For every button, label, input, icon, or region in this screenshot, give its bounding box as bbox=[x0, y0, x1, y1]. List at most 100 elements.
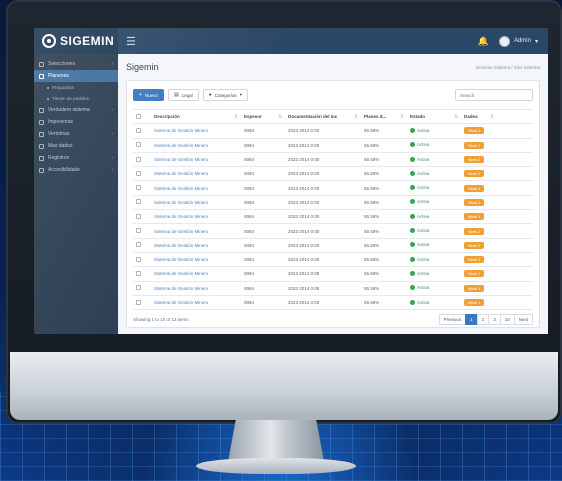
brand-logo-icon bbox=[42, 34, 56, 48]
table-row[interactable]: Sistema de Gestión Minero 0084 2023 2014 0… bbox=[133, 295, 533, 311]
table-row[interactable]: Sistema de Gestión Minero 0084 2023 2014 0… bbox=[133, 138, 533, 153]
table-row[interactable]: Sistema de Gestión Minero 0084 2023 2014 0… bbox=[133, 123, 533, 139]
table-row[interactable]: Sistema de Gestión Minero 0084 2023 2014 0… bbox=[133, 166, 533, 182]
new-button[interactable]: + Nuevo bbox=[133, 89, 164, 101]
date-cell: 2023 2014 0:00 bbox=[285, 252, 361, 268]
row-checkbox[interactable] bbox=[136, 213, 141, 219]
column-header[interactable]: Espesor ⇅ bbox=[241, 108, 285, 125]
row-select-cell bbox=[133, 266, 151, 282]
sort-icon[interactable]: ⇅ bbox=[454, 114, 458, 120]
sort-icon[interactable]: ⇅ bbox=[354, 114, 358, 120]
breadcrumb[interactable]: Dominio Sistema / Sitio Sistema bbox=[476, 65, 540, 70]
value-cell: 55.58% bbox=[361, 152, 407, 168]
description-cell[interactable]: Sistema de Gestión Minero bbox=[151, 238, 241, 253]
sort-icon[interactable]: ⇅ bbox=[400, 114, 404, 120]
check-circle-icon bbox=[410, 242, 415, 248]
table-row[interactable]: Sistema de Gestión Minero 0084 2023 2014 0… bbox=[133, 238, 533, 253]
table-row[interactable]: Sistema de Gestión Minero 0084 2023 2014 0… bbox=[133, 152, 533, 168]
pagination-button[interactable]: Previous bbox=[438, 314, 467, 326]
status-cell: Activa bbox=[407, 223, 461, 239]
row-checkbox[interactable] bbox=[136, 156, 141, 162]
sidebar-item[interactable]: Mas dados bbox=[34, 140, 118, 152]
column-header[interactable]: Dados ⇅ bbox=[461, 108, 497, 125]
badge-cell: Nivel 1 bbox=[461, 123, 497, 139]
sidebar-item[interactable]: Impresoras bbox=[34, 116, 118, 128]
description-cell[interactable]: Sistema de Gestión Minero bbox=[151, 281, 241, 296]
row-checkbox[interactable] bbox=[136, 127, 141, 133]
value-cell: 55.58% bbox=[361, 138, 407, 153]
table-row[interactable]: Sistema de Gestión Minero 0084 2023 2014 0… bbox=[133, 195, 533, 211]
user-menu[interactable]: Admin ▾ bbox=[498, 35, 538, 47]
row-checkbox[interactable] bbox=[136, 242, 141, 248]
description-cell[interactable]: Sistema de Gestión Minero bbox=[151, 223, 241, 239]
main-content: Sigemin Dominio Sistema / Sitio Sistema … bbox=[118, 54, 548, 334]
row-checkbox[interactable] bbox=[136, 228, 141, 234]
avatar bbox=[498, 35, 510, 47]
sidebar-item[interactable]: Selecciones › bbox=[34, 58, 118, 70]
description-cell[interactable]: Sistema de Gestión Minero bbox=[151, 209, 241, 225]
table-row[interactable]: Sistema de Gestión Minero 0084 2023 2014 0… bbox=[133, 266, 533, 282]
categories-dropdown[interactable]: ● Categorías ▾ bbox=[202, 89, 248, 101]
row-checkbox[interactable] bbox=[136, 199, 141, 205]
sidebar-item[interactable]: Registros › bbox=[34, 152, 118, 164]
row-checkbox[interactable] bbox=[136, 285, 141, 291]
sort-icon[interactable]: ⇅ bbox=[278, 114, 282, 120]
menu-toggle-icon[interactable]: ☰ bbox=[126, 35, 136, 48]
sidebar-item[interactable]: Vertebras › bbox=[34, 128, 118, 140]
row-checkbox[interactable] bbox=[136, 142, 141, 148]
row-checkbox[interactable] bbox=[136, 185, 141, 191]
chevron-down-icon: ▾ bbox=[534, 38, 538, 45]
description-cell[interactable]: Sistema de Gestión Minero bbox=[151, 166, 241, 182]
description-cell[interactable]: Sistema de Gestión Minero bbox=[151, 295, 241, 311]
row-checkbox[interactable] bbox=[136, 256, 141, 262]
table-row[interactable]: Sistema de Gestión Minero 0084 2023 2014 0… bbox=[133, 223, 533, 239]
status-badge: Nivel 1 bbox=[464, 213, 485, 221]
column-header[interactable]: Estado ⇅ bbox=[407, 108, 461, 125]
table-row[interactable]: Sistema de Gestión Minero 0084 2023 2014 0… bbox=[133, 281, 533, 296]
sort-icon[interactable]: ⇅ bbox=[234, 114, 238, 120]
description-cell[interactable]: Sistema de Gestión Minero bbox=[151, 252, 241, 268]
sidebar-item[interactable]: Planenes › bbox=[34, 70, 118, 82]
plus-icon: + bbox=[139, 92, 142, 98]
table-toolbar: + Nuevo ▤ Legal ● Categorías ▾ bbox=[133, 89, 533, 101]
pagination-button[interactable]: Next bbox=[513, 314, 533, 326]
status-text: Activa bbox=[417, 213, 430, 219]
row-checkbox[interactable] bbox=[136, 170, 141, 176]
sidebar-item[interactable]: Verdadero sistema › bbox=[34, 104, 118, 116]
description-cell[interactable]: Sistema de Gestión Minero bbox=[151, 152, 241, 168]
status-cell: Activa bbox=[407, 209, 461, 225]
table-row[interactable]: Sistema de Gestión Minero 0084 2023 2014 0… bbox=[133, 252, 533, 268]
row-checkbox[interactable] bbox=[136, 270, 141, 276]
sidebar-subitem[interactable]: Preparatas bbox=[34, 82, 118, 93]
sidebar-item[interactable]: Accesibilidade › bbox=[34, 164, 118, 176]
description-cell[interactable]: Sistema de Gestión Minero bbox=[151, 266, 241, 282]
select-all-checkbox[interactable] bbox=[136, 113, 141, 119]
column-header[interactable]: Planes d... ⇅ bbox=[361, 108, 407, 125]
description-cell[interactable]: Sistema de Gestión Minero bbox=[151, 180, 241, 196]
sidebar-item-label: Verdadero sistema bbox=[48, 107, 90, 113]
legal-button[interactable]: ▤ Legal bbox=[167, 89, 199, 101]
code-cell: 0084 bbox=[241, 195, 285, 211]
notification-bell-icon[interactable]: 🔔 bbox=[478, 36, 489, 47]
column-header-label: Descripción bbox=[154, 114, 180, 120]
sidebar-item-label: Selecciones bbox=[48, 61, 75, 67]
description-cell[interactable]: Sistema de Gestión Minero bbox=[151, 138, 241, 153]
search-input[interactable] bbox=[455, 89, 533, 101]
code-cell: 0084 bbox=[241, 152, 285, 168]
description-cell[interactable]: Sistema de Gestión Minero bbox=[151, 195, 241, 211]
sidebar-subitem[interactable]: Tienen de pedidos bbox=[34, 93, 118, 104]
code-cell: 0084 bbox=[241, 166, 285, 182]
table-row[interactable]: Sistema de Gestión Minero 0084 2023 2014 0… bbox=[133, 180, 533, 196]
status-indicator: Activa bbox=[410, 213, 430, 219]
row-checkbox[interactable] bbox=[136, 299, 141, 305]
description-cell[interactable]: Sistema de Gestión Minero bbox=[151, 123, 241, 139]
sort-icon[interactable]: ⇅ bbox=[490, 114, 494, 120]
column-header[interactable]: Descripción ⇅ bbox=[151, 108, 241, 125]
badge-cell: Nivel 1 bbox=[461, 223, 497, 239]
brand[interactable]: SIGEMIN bbox=[34, 28, 118, 54]
data-table: Descripción ⇅ Espesor ⇅ Documentación del In… bbox=[133, 108, 533, 311]
column-header[interactable]: Documentación del Inc ⇅ bbox=[285, 108, 361, 125]
chevron-right-icon: › bbox=[111, 131, 113, 137]
table-row[interactable]: Sistema de Gestión Minero 0084 2023 2014 0… bbox=[133, 209, 533, 225]
pagination-button[interactable]: 10 bbox=[499, 314, 515, 326]
